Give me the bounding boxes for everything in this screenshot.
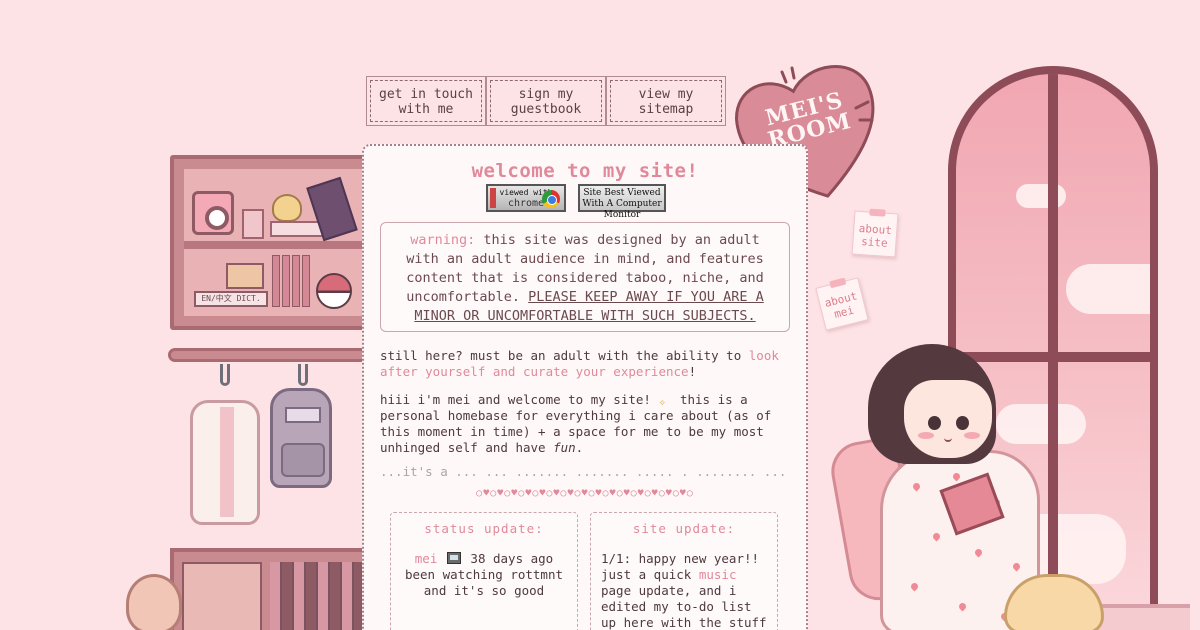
note-about-mei[interactable]: about mei (815, 277, 869, 331)
site-update-after: page update, and i edited my to-do list … (601, 583, 767, 630)
status-update-box: status update: mei 38 days ago been watc… (390, 512, 578, 630)
faded-paragraph: ...it's a ... ... ....... ....... ..... … (380, 464, 787, 476)
nav-guestbook-button[interactable]: sign my guestbook (488, 78, 604, 124)
warning-box: warning: this site was designed by an ad… (380, 222, 790, 332)
site-update-text: 1/1: happy new year!! just a quick music… (601, 551, 767, 630)
badge-big-text: chrome (507, 198, 545, 209)
house-figure-icon (226, 263, 264, 289)
nav-sitemap-button[interactable]: view my sitemap (608, 78, 724, 124)
girl-face (904, 380, 992, 458)
intro-end: ! (688, 364, 697, 379)
status-time: 38 days ago (462, 551, 554, 566)
hanger-hook-icon (220, 364, 230, 386)
bookcase-illustration (170, 548, 370, 630)
teddy-bear-icon (126, 574, 182, 630)
books-icon (272, 255, 312, 307)
page-title: welcome to my site! (471, 160, 699, 182)
jacket-icon (190, 400, 260, 525)
dictionary-book: EN/中文 DICT. (194, 291, 268, 307)
pokeball-icon (316, 273, 352, 309)
backpack-icon (270, 388, 332, 488)
warning-lead: warning: (410, 232, 476, 248)
note-about-site[interactable]: about site (851, 210, 899, 258)
intro-text: still here? must be an adult with the ab… (380, 348, 749, 363)
site-update-heading: site update: (632, 521, 736, 536)
intro-paragraph: still here? must be an adult with the ab… (380, 348, 790, 380)
coin-pouch-icon (272, 194, 302, 222)
status-update-heading: status update: (424, 521, 544, 536)
status-meta: mei 38 days ago (401, 551, 567, 567)
camera-icon (192, 191, 234, 235)
music-page-link[interactable]: music (699, 567, 737, 582)
site-update-box: site update: 1/1: happy new year!! just … (590, 512, 778, 630)
nav-contact-button[interactable]: get in touch with me (368, 78, 484, 124)
clothes-rod (168, 348, 368, 362)
pencil-jar-icon (242, 209, 264, 239)
welcome-text: hiii i'm mei and welcome to my site! (380, 392, 659, 407)
welcome-end: . (575, 440, 584, 455)
computer-icon (446, 552, 461, 564)
welcome-emph: fun (553, 440, 576, 455)
status-text: been watching rottmnt and it's so good (404, 567, 564, 598)
computer-monitor-badge[interactable]: Site Best Viewed With A Computer Monitor (578, 184, 666, 220)
main-content-panel[interactable]: welcome to my site! viewed with chrome S… (362, 144, 808, 630)
shelf-illustration: EN/中文 DICT. (170, 155, 370, 330)
sparkle-wand-icon: ✧ (658, 394, 666, 409)
status-user-link[interactable]: mei (415, 551, 438, 566)
welcome-paragraph: hiii i'm mei and welcome to my site! ✧ t… (380, 392, 790, 456)
heart-divider: ○♥○♥○♥○♥○♥○♥○♥○♥○♥○♥○♥○♥○♥○♥○♥○ (476, 488, 694, 499)
viewed-with-chrome-badge[interactable]: viewed with chrome (486, 184, 566, 212)
chrome-logo-icon (542, 190, 560, 208)
hanger-hook-icon (298, 364, 308, 386)
